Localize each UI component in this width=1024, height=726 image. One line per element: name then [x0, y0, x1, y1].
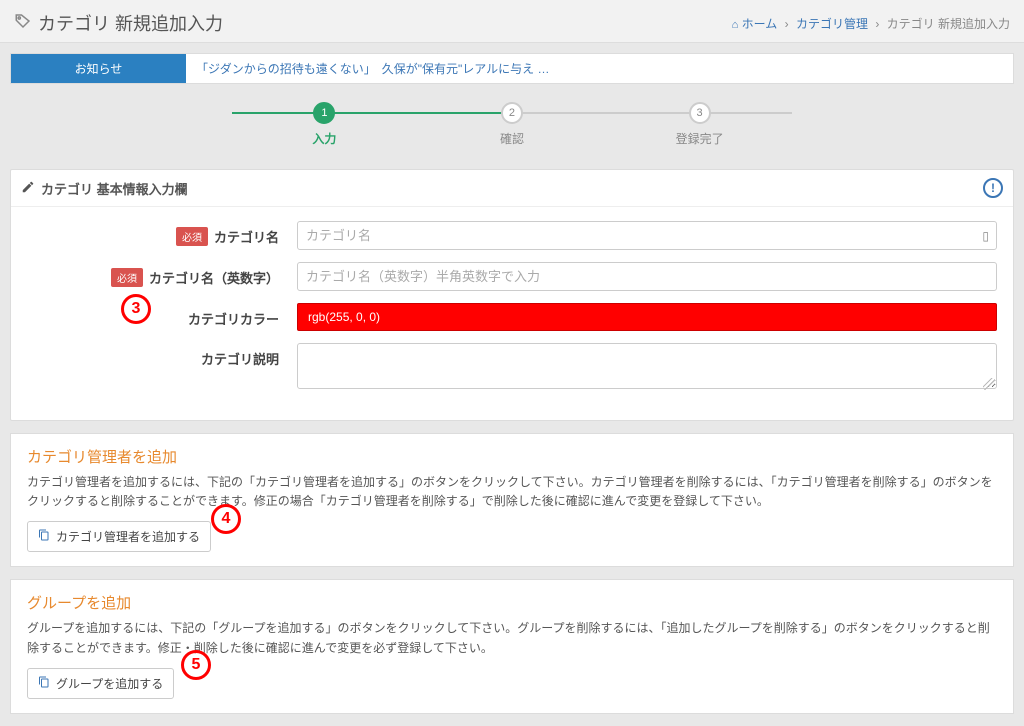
resize-handle-icon[interactable] — [983, 378, 995, 390]
section-group-desc: グループを追加するには、下記の「グループを追加する」のボタンをクリックして下さい… — [27, 619, 997, 657]
breadcrumb-current: カテゴリ 新規追加入力 — [887, 17, 1010, 31]
page-title-text: カテゴリ 新規追加入力 — [38, 10, 223, 36]
section-group-title: グループを追加 — [27, 592, 997, 613]
add-group-button-label: グループを追加する — [56, 675, 163, 692]
category-manager-section: カテゴリ管理者を追加 カテゴリ管理者を追加するには、下記の「カテゴリ管理者を追加… — [10, 433, 1014, 567]
step-3-label: 登録完了 — [676, 130, 724, 147]
notice-ticker[interactable]: 「ジダンからの招待も遠くない」 久保が"保有元"レアルに与え … — [186, 54, 560, 83]
info-toggle-button[interactable]: ! — [983, 178, 1003, 198]
breadcrumb: ⌂ ホーム › カテゴリ管理 › カテゴリ 新規追加入力 — [732, 15, 1010, 32]
breadcrumb-home[interactable]: ホーム — [742, 17, 778, 31]
label-category-desc: カテゴリ説明 — [201, 349, 279, 368]
row-category-name-en: 必須 カテゴリ名（英数字） — [27, 262, 997, 291]
row-category-desc: カテゴリ説明 — [27, 343, 997, 392]
copy-icon — [38, 676, 50, 691]
panel-head: カテゴリ 基本情報入力欄 ! — [11, 170, 1013, 207]
home-icon: ⌂ — [732, 19, 739, 31]
breadcrumb-manage[interactable]: カテゴリ管理 — [796, 17, 868, 31]
step-3-circle: 3 — [689, 102, 711, 124]
label-category-name-en: カテゴリ名（英数字） — [149, 268, 279, 287]
step-indicator: 1 入力 2 確認 3 登録完了 — [232, 102, 792, 147]
annotation-3: 3 — [121, 294, 151, 324]
page-header: カテゴリ 新規追加入力 ⌂ ホーム › カテゴリ管理 › カテゴリ 新規追加入力 — [0, 0, 1024, 43]
add-group-button[interactable]: グループを追加する — [27, 668, 174, 699]
step-1: 1 入力 — [232, 102, 417, 147]
add-manager-button[interactable]: カテゴリ管理者を追加する — [27, 521, 211, 552]
category-name-input[interactable] — [297, 221, 997, 250]
step-2: 2 確認 — [420, 102, 605, 147]
section-mgr-desc: カテゴリ管理者を追加するには、下記の「カテゴリ管理者を追加する」のボタンをクリッ… — [27, 473, 997, 511]
input-clear-icon[interactable]: ▯ — [982, 229, 989, 243]
tag-icon — [14, 12, 32, 35]
notice-bar: お知らせ 「ジダンからの招待も遠くない」 久保が"保有元"レアルに与え … — [10, 53, 1014, 84]
step-2-circle: 2 — [501, 102, 523, 124]
step-3: 3 登録完了 — [607, 102, 792, 147]
notice-tab: お知らせ — [11, 54, 186, 83]
section-mgr-title: カテゴリ管理者を追加 — [27, 446, 997, 467]
annotation-5: 5 — [181, 650, 211, 680]
annotation-4: 4 — [211, 504, 241, 534]
panel-title: カテゴリ 基本情報入力欄 — [41, 179, 188, 198]
label-category-color: カテゴリカラー — [188, 309, 279, 328]
row-category-name: 必須 カテゴリ名 ▯ — [27, 221, 997, 250]
step-2-label: 確認 — [500, 130, 524, 147]
group-section: グループを追加 グループを追加するには、下記の「グループを追加する」のボタンをク… — [10, 579, 1014, 713]
label-category-name: カテゴリ名 — [214, 227, 279, 246]
page-title: カテゴリ 新規追加入力 — [14, 10, 223, 36]
add-manager-button-label: カテゴリ管理者を追加する — [56, 528, 200, 545]
step-1-label: 入力 — [312, 130, 336, 147]
required-badge: 必須 — [176, 227, 208, 246]
category-color-picker[interactable]: rgb(255, 0, 0) — [297, 303, 997, 331]
copy-icon — [38, 529, 50, 544]
required-badge: 必須 — [111, 268, 143, 287]
category-name-en-input[interactable] — [297, 262, 997, 291]
category-desc-textarea[interactable] — [297, 343, 997, 389]
step-1-circle: 1 — [313, 102, 335, 124]
pencil-icon — [21, 180, 35, 197]
basic-info-panel: カテゴリ 基本情報入力欄 ! 必須 カテゴリ名 ▯ 必須 カテゴリ名（英数字） — [10, 169, 1014, 421]
row-category-color: カテゴリカラー rgb(255, 0, 0) — [27, 303, 997, 331]
